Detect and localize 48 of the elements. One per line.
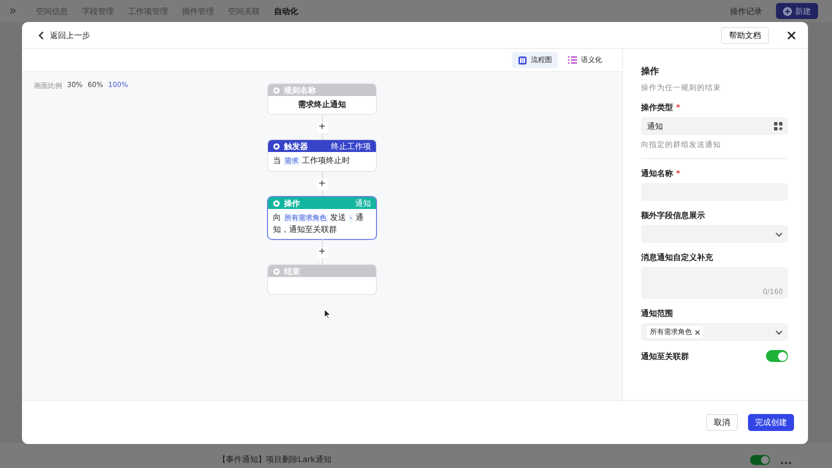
- node-title: 结束: [284, 266, 300, 276]
- remove-icon[interactable]: [695, 330, 700, 334]
- cancel-button[interactable]: 取消: [706, 414, 738, 431]
- flow-node[interactable]: 规则名称 需求终止通知: [268, 84, 376, 114]
- new-button[interactable]: 新建: [776, 3, 818, 19]
- mouse-cursor-icon: [324, 309, 331, 319]
- field-label: 消息通知自定义补充: [641, 252, 713, 263]
- node-status-icon: [273, 142, 280, 150]
- field-label: 通知至关联群: [641, 350, 689, 362]
- node-status-icon: [273, 268, 280, 274]
- field-label: 通知范围: [641, 308, 673, 319]
- expand-icon[interactable]: [10, 8, 16, 14]
- chevron-left-icon: [38, 30, 44, 40]
- board-icon: [518, 56, 527, 64]
- panel-title: 操作: [641, 66, 660, 78]
- nav-tab[interactable]: 自动化: [274, 6, 298, 16]
- node-title: 操作: [284, 198, 300, 208]
- chevron-down-icon: [775, 232, 783, 236]
- submit-button[interactable]: 完成创建: [748, 414, 794, 431]
- help-button[interactable]: 帮助文档: [721, 26, 769, 44]
- field-label: 操作类型: [641, 102, 673, 113]
- back-button[interactable]: 返回上一步: [38, 30, 90, 40]
- grid-icon: [774, 122, 783, 130]
- node-status-icon: [273, 200, 280, 206]
- rule-name: 【事件通知】项目删除Lark通知: [218, 454, 332, 465]
- chevron-down-icon: [775, 330, 783, 334]
- history-link[interactable]: 操作记录: [730, 6, 762, 16]
- node-type: 通知: [355, 198, 371, 208]
- select-field[interactable]: 通知: [641, 117, 788, 135]
- more-icon[interactable]: [780, 461, 792, 465]
- node-description: 需求终止通知: [297, 99, 347, 110]
- toggle-switch[interactable]: [766, 350, 788, 362]
- node-status-icon: [273, 86, 280, 94]
- node-title: 触发器: [284, 140, 308, 152]
- required-mark: *: [676, 103, 680, 112]
- rule-toggle[interactable]: [750, 455, 770, 465]
- add-step-button[interactable]: +: [316, 246, 328, 258]
- node-title: 规则名称: [284, 84, 316, 96]
- required-mark: *: [676, 169, 680, 178]
- close-icon[interactable]: [787, 30, 796, 40]
- plus-circle-icon: [783, 6, 792, 16]
- add-step-button[interactable]: +: [316, 122, 328, 132]
- list-icon: [568, 56, 577, 64]
- add-step-button[interactable]: +: [316, 178, 328, 190]
- dropdown-field[interactable]: [641, 225, 788, 243]
- node-type: 终止工作项: [331, 140, 371, 152]
- field-label: 额外字段信息展示: [641, 210, 705, 221]
- field-label: 通知名称: [641, 168, 673, 179]
